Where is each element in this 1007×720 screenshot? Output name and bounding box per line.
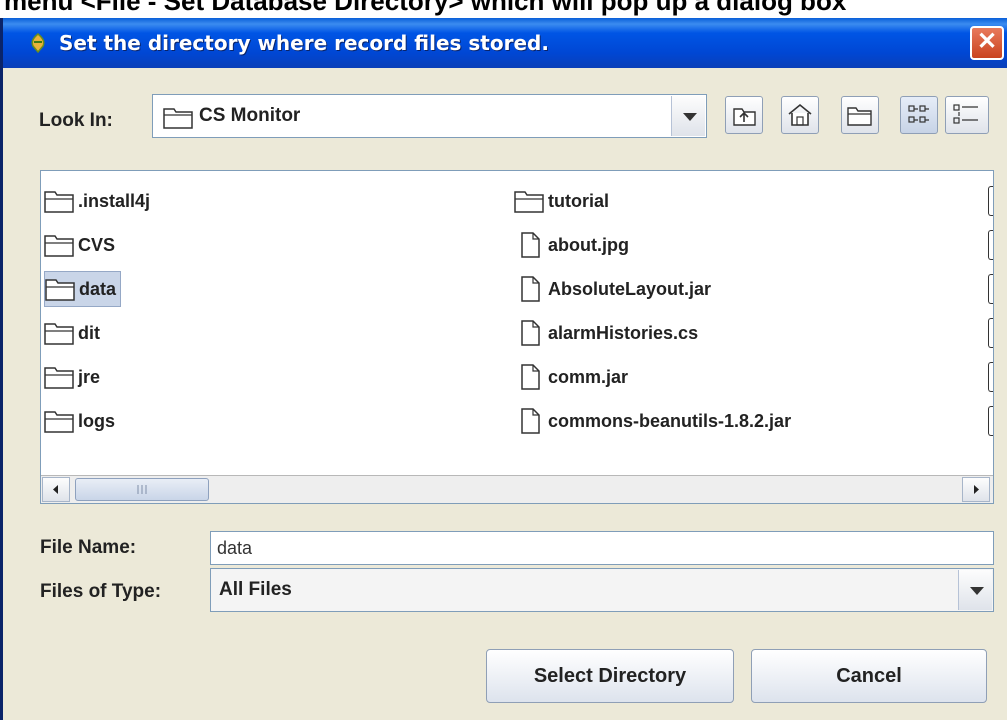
look-in-dropdown-arrow[interactable]: .combo-arrow::after{top:17px;}	[671, 96, 705, 136]
item-name: logs	[78, 410, 116, 431]
list-view-button[interactable]	[900, 96, 938, 134]
file-chooser-dialog: Set the directory where record files sto…	[0, 18, 1007, 720]
file-icon	[514, 232, 548, 258]
folder-item[interactable]: tutorial	[514, 183, 609, 219]
files-of-type-combo[interactable]: All Files	[210, 568, 994, 612]
select-directory-button[interactable]: Select Directory	[486, 649, 734, 703]
clipped-item-edge	[988, 406, 993, 436]
arrow-left-icon	[53, 485, 58, 494]
folder-icon	[44, 232, 78, 258]
new-folder-icon	[847, 107, 872, 126]
look-in-combo[interactable]: CS Monitor .combo-arrow::after{top:17px;…	[152, 94, 707, 138]
java-app-icon	[31, 33, 45, 54]
file-name-input[interactable]: data	[210, 531, 994, 565]
scroll-right-button[interactable]	[962, 477, 990, 502]
file-name-label: File Name:	[40, 537, 137, 558]
grip-icon	[137, 485, 147, 494]
item-name: data	[79, 278, 117, 299]
files-of-type-dropdown-arrow[interactable]	[958, 570, 992, 610]
scroll-left-button[interactable]	[42, 477, 70, 502]
up-one-level-button[interactable]	[725, 96, 763, 134]
folder-item[interactable]: data	[44, 271, 122, 307]
folder-icon	[44, 364, 78, 390]
dialog-title: Set the directory where record files sto…	[59, 31, 549, 55]
details-view-button[interactable]	[945, 96, 989, 134]
files-of-type-value: All Files	[219, 579, 292, 600]
item-name: about.jpg	[548, 234, 629, 255]
item-name: CVS	[78, 234, 116, 255]
file-icon	[514, 320, 548, 346]
folder-icon	[514, 188, 548, 214]
file-item[interactable]: commons-beanutils-1.8.2.jar	[514, 403, 791, 439]
item-name: dit	[78, 322, 100, 343]
details-view-icon	[953, 104, 978, 124]
page-caption: menu <File - Set Database Directory> whi…	[4, 0, 847, 16]
file-icon	[514, 408, 548, 434]
item-name: alarmHistories.cs	[548, 322, 699, 343]
list-view-icon	[908, 105, 929, 123]
clipped-item-edge	[988, 318, 993, 348]
file-item[interactable]: AbsoluteLayout.jar	[514, 271, 711, 307]
folder-icon	[44, 188, 78, 214]
home-button[interactable]	[781, 96, 819, 134]
scroll-thumb[interactable]	[75, 478, 209, 501]
file-item[interactable]: about.jpg	[514, 227, 629, 263]
folder-icon	[45, 276, 79, 302]
item-name: .install4j	[78, 190, 151, 211]
clipped-item-edge	[988, 230, 993, 260]
home-icon	[788, 103, 812, 126]
item-name: commons-beanutils-1.8.2.jar	[548, 410, 792, 431]
folder-item[interactable]: .install4j	[44, 183, 150, 219]
file-icon	[514, 364, 548, 390]
item-name: comm.jar	[548, 366, 629, 387]
horizontal-scrollbar[interactable]	[41, 475, 993, 503]
folder-icon	[44, 408, 78, 434]
file-item[interactable]: alarmHistories.cs	[514, 315, 698, 351]
folder-icon	[163, 108, 193, 129]
clipped-item-edge	[988, 362, 993, 392]
look-in-value: CS Monitor	[199, 105, 301, 126]
folder-icon	[44, 320, 78, 346]
look-in-label: Look In:	[39, 110, 113, 131]
cancel-button[interactable]: Cancel	[751, 649, 987, 703]
folder-item[interactable]: CVS	[44, 227, 115, 263]
new-folder-button[interactable]	[841, 96, 879, 134]
arrow-right-icon	[974, 485, 979, 494]
files-of-type-label: Files of Type:	[40, 581, 162, 602]
item-name: AbsoluteLayout.jar	[548, 278, 712, 299]
folder-item[interactable]: logs	[44, 403, 115, 439]
folder-item[interactable]: jre	[44, 359, 100, 395]
file-icon	[514, 276, 548, 302]
folder-item[interactable]: dit	[44, 315, 100, 351]
title-bar[interactable]: Set the directory where record files sto…	[3, 18, 1007, 68]
up-one-level-icon	[733, 108, 756, 126]
close-button[interactable]: ✕	[970, 26, 1004, 60]
clipped-item-edge	[988, 274, 993, 304]
file-item[interactable]: comm.jar	[514, 359, 628, 395]
clipped-item-edge	[988, 186, 993, 216]
item-name: jre	[78, 366, 101, 387]
item-name: tutorial	[548, 190, 609, 211]
file-list[interactable]: .install4j CVS data dit jre logs tutorial about…	[40, 170, 994, 504]
